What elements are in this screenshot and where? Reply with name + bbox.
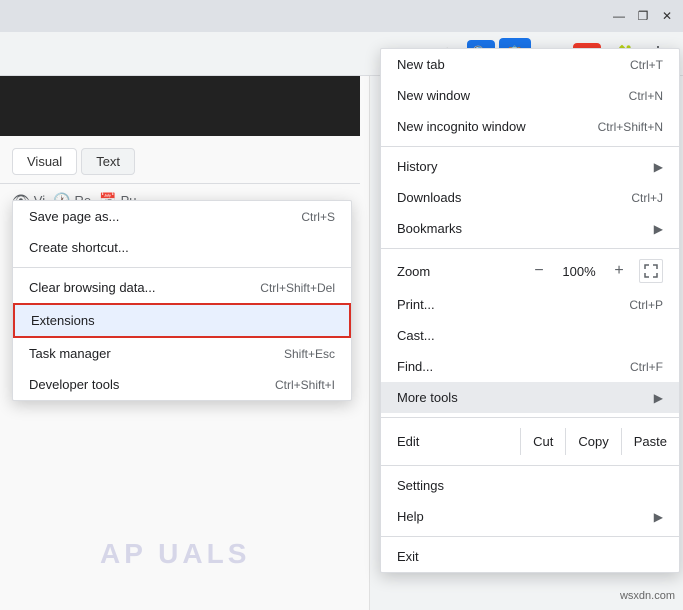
help-label: Help	[397, 509, 424, 524]
help-arrow: ▶	[654, 510, 663, 524]
devtools-label: Developer tools	[29, 377, 119, 392]
minimize-button[interactable]: —	[611, 8, 627, 24]
page-tabs: Visual Text	[0, 140, 360, 184]
zoom-label: Zoom	[397, 264, 519, 279]
menu-divider-1	[381, 146, 679, 147]
left-menu-clear[interactable]: Clear browsing data... Ctrl+Shift+Del	[13, 272, 351, 303]
menu-cast[interactable]: Cast...	[381, 320, 679, 351]
left-menu-devtools[interactable]: Developer tools Ctrl+Shift+I	[13, 369, 351, 400]
right-context-menu: New tab Ctrl+T New window Ctrl+N New inc…	[380, 48, 680, 573]
task-manager-label: Task manager	[29, 346, 111, 361]
new-tab-shortcut: Ctrl+T	[630, 58, 663, 72]
menu-help[interactable]: Help ▶	[381, 501, 679, 532]
devtools-shortcut: Ctrl+Shift+I	[275, 378, 335, 392]
copy-button[interactable]: Copy	[565, 428, 620, 455]
bookmarks-arrow: ▶	[654, 222, 663, 236]
zoom-in-button[interactable]: +	[607, 259, 631, 283]
menu-exit[interactable]: Exit	[381, 541, 679, 572]
save-label: Save page as...	[29, 209, 119, 224]
print-label: Print...	[397, 297, 435, 312]
apuals-watermark: AP UALS	[100, 538, 250, 570]
left-menu-extensions[interactable]: Extensions	[13, 303, 351, 338]
menu-divider-5	[381, 536, 679, 537]
exit-label: Exit	[397, 549, 419, 564]
menu-settings[interactable]: Settings	[381, 470, 679, 501]
save-shortcut: Ctrl+S	[301, 210, 335, 224]
downloads-shortcut: Ctrl+J	[631, 191, 663, 205]
find-label: Find...	[397, 359, 433, 374]
edit-row: Edit Cut Copy Paste	[381, 422, 679, 461]
print-shortcut: Ctrl+P	[629, 298, 663, 312]
left-divider-1	[13, 267, 351, 268]
left-menu-shortcut[interactable]: Create shortcut...	[13, 232, 351, 263]
new-tab-label: New tab	[397, 57, 445, 72]
new-window-shortcut: Ctrl+N	[629, 89, 663, 103]
left-menu-task-manager[interactable]: Task manager Shift+Esc	[13, 338, 351, 369]
incognito-label: New incognito window	[397, 119, 526, 134]
zoom-row: Zoom − 100% +	[381, 253, 679, 289]
clear-shortcut: Ctrl+Shift+Del	[260, 281, 335, 295]
menu-divider-2	[381, 248, 679, 249]
find-shortcut: Ctrl+F	[630, 360, 663, 374]
menu-downloads[interactable]: Downloads Ctrl+J	[381, 182, 679, 213]
site-watermark: wsxdn.com	[620, 590, 675, 602]
tab-text[interactable]: Text	[81, 148, 135, 175]
restore-button[interactable]: ❐	[635, 8, 651, 24]
zoom-value: 100%	[559, 264, 599, 279]
more-tools-label: More tools	[397, 390, 458, 405]
downloads-label: Downloads	[397, 190, 461, 205]
settings-label: Settings	[397, 478, 444, 493]
shortcut-label: Create shortcut...	[29, 240, 129, 255]
title-bar: — ❐ ✕	[0, 0, 683, 32]
bookmarks-label: Bookmarks	[397, 221, 462, 236]
fullscreen-button[interactable]	[639, 259, 663, 283]
left-menu-save[interactable]: Save page as... Ctrl+S	[13, 201, 351, 232]
menu-bookmarks[interactable]: Bookmarks ▶	[381, 213, 679, 244]
menu-new-window[interactable]: New window Ctrl+N	[381, 80, 679, 111]
close-button[interactable]: ✕	[659, 8, 675, 24]
menu-divider-4	[381, 465, 679, 466]
zoom-out-button[interactable]: −	[527, 259, 551, 283]
menu-new-incognito[interactable]: New incognito window Ctrl+Shift+N	[381, 111, 679, 142]
menu-history[interactable]: History ▶	[381, 151, 679, 182]
menu-divider-3	[381, 417, 679, 418]
menu-more-tools[interactable]: More tools ▶	[381, 382, 679, 413]
task-manager-shortcut: Shift+Esc	[284, 347, 335, 361]
tab-visual[interactable]: Visual	[12, 148, 77, 175]
history-label: History	[397, 159, 437, 174]
page-dark-header	[0, 76, 360, 136]
menu-new-tab[interactable]: New tab Ctrl+T	[381, 49, 679, 80]
cast-label: Cast...	[397, 328, 435, 343]
paste-button[interactable]: Paste	[621, 428, 679, 455]
incognito-shortcut: Ctrl+Shift+N	[598, 120, 663, 134]
more-tools-arrow: ▶	[654, 391, 663, 405]
extensions-label: Extensions	[31, 313, 95, 328]
history-arrow: ▶	[654, 160, 663, 174]
menu-find[interactable]: Find... Ctrl+F	[381, 351, 679, 382]
browser-window: — ❐ ✕ ☆ 🔍 📋 COP Λ ABP 🧩 ⋮	[0, 0, 683, 610]
edit-label: Edit	[381, 426, 520, 457]
cut-button[interactable]: Cut	[520, 428, 565, 455]
menu-print[interactable]: Print... Ctrl+P	[381, 289, 679, 320]
clear-label: Clear browsing data...	[29, 280, 155, 295]
left-context-menu: Save page as... Ctrl+S Create shortcut..…	[12, 200, 352, 401]
new-window-label: New window	[397, 88, 470, 103]
